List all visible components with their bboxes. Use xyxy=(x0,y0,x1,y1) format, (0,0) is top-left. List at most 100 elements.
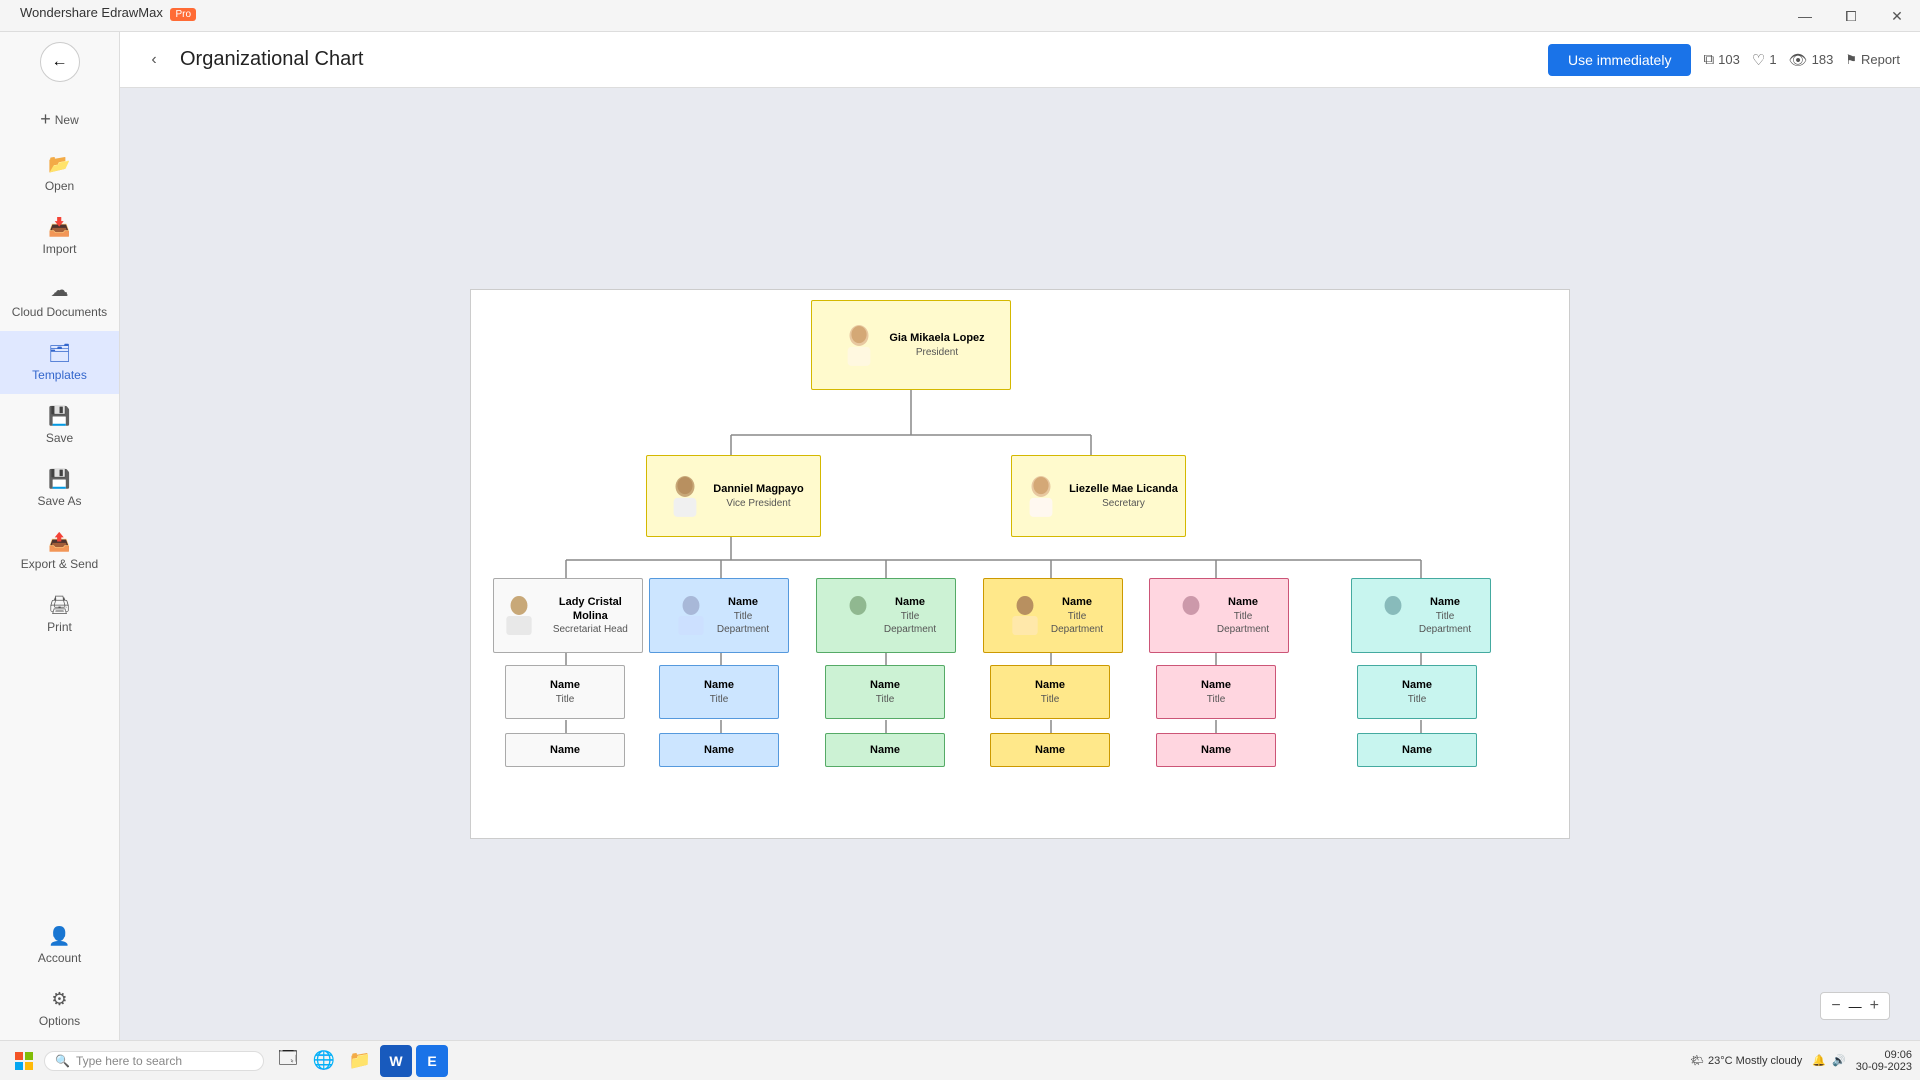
sidebar-item-import[interactable]: 📥 Import xyxy=(0,205,119,268)
import-icon: 📥 xyxy=(48,217,70,238)
like-icon: ♡ xyxy=(1752,51,1765,69)
dept-dept-2: Department xyxy=(717,623,769,636)
like-count-value: 1 xyxy=(1769,52,1776,67)
name-title-box-4: Name Title xyxy=(990,665,1110,719)
sidebar-item-label: Save xyxy=(46,431,73,445)
president-title: President xyxy=(889,346,984,359)
account-icon: 👤 xyxy=(48,926,70,947)
sidebar-item-label: Export & Send xyxy=(21,557,98,571)
sidebar-item-templates[interactable]: 🗂 Templates xyxy=(0,331,119,394)
dept-avatar-6 xyxy=(1371,589,1415,643)
dept-title-4: Title xyxy=(1051,610,1103,623)
options-icon: ⚙ xyxy=(51,989,67,1010)
dept-name-6: Name xyxy=(1419,595,1471,609)
like-count: ♡ 1 xyxy=(1752,51,1777,69)
content-area: ‹ Organizational Chart Use immediately ⧉… xyxy=(120,32,1920,1040)
use-immediately-button[interactable]: Use immediately xyxy=(1548,44,1691,76)
name-box-6: Name xyxy=(1357,733,1477,767)
titlebar: Wondershare EdrawMax Pro — ⧠ ✕ xyxy=(0,0,1920,32)
saveas-icon: 💾 xyxy=(48,469,70,490)
vp-box: Danniel Magpayo Vice President xyxy=(646,455,821,537)
word-button[interactable]: W xyxy=(380,1045,412,1077)
dept-dept-5: Department xyxy=(1217,623,1269,636)
dept-box-1: Lady Cristal Molina Secretariat Head xyxy=(493,578,643,653)
president-name: Gia Mikaela Lopez xyxy=(889,331,984,345)
sidebar-item-options[interactable]: ⚙ Options xyxy=(0,977,119,1040)
taskview-button[interactable]: 🗔 xyxy=(272,1045,304,1077)
report-button[interactable]: ⚑ Report xyxy=(1845,52,1900,68)
dept-title-1: Secretariat Head xyxy=(544,623,637,636)
restore-button[interactable]: ⧠ xyxy=(1828,0,1874,32)
taskbar-apps: 🗔 🌐 📁 W E xyxy=(272,1045,448,1077)
back-icon: ← xyxy=(52,53,68,71)
weather-info: 🌤 23°C Mostly cloudy xyxy=(1690,1054,1802,1067)
sidebar-item-cloud[interactable]: ☁ Cloud Documents xyxy=(0,268,119,331)
back-button[interactable]: ← xyxy=(40,42,80,82)
president-box: Gia Mikaela Lopez President xyxy=(811,300,1011,390)
zoom-bar: − — + xyxy=(1820,992,1890,1020)
date-display: 30-09-2023 xyxy=(1856,1061,1912,1073)
new-icon: + xyxy=(40,109,51,130)
main-layout: ← + New 📂 Open 📥 Import ☁ Cloud Document… xyxy=(0,32,1920,1040)
view-count: 👁 183 xyxy=(1789,51,1834,69)
sidebar-item-new[interactable]: + New xyxy=(0,97,119,142)
taskbar-search[interactable]: 🔍 Type here to search xyxy=(44,1051,264,1071)
window-controls: — ⧠ ✕ xyxy=(1782,0,1920,32)
minimize-button[interactable]: — xyxy=(1782,0,1828,32)
sidebar: ← + New 📂 Open 📥 Import ☁ Cloud Document… xyxy=(0,32,120,1040)
dept-avatar-3 xyxy=(836,589,880,643)
view-count-value: 183 xyxy=(1812,52,1834,67)
zoom-indicator: — xyxy=(1849,999,1862,1014)
edge-button[interactable]: 🌐 xyxy=(308,1045,340,1077)
time-display: 09:06 xyxy=(1856,1049,1912,1061)
dept-title-6: Title xyxy=(1419,610,1471,623)
sidebar-item-label: Import xyxy=(42,242,76,256)
copy-count-value: 103 xyxy=(1718,52,1740,67)
dept-box-6: Name Title Department xyxy=(1351,578,1491,653)
export-icon: 📤 xyxy=(48,532,70,553)
vp-name: Danniel Magpayo xyxy=(713,482,803,496)
dept-dept-6: Department xyxy=(1419,623,1471,636)
dept-dept-4: Department xyxy=(1051,623,1103,636)
copy-count: ⧉ 103 xyxy=(1703,51,1739,68)
canvas: Gia Mikaela Lopez President Danniel Magp… xyxy=(470,289,1570,839)
dept-dept-3: Department xyxy=(884,623,936,636)
weather-text: 23°C Mostly cloudy xyxy=(1708,1055,1802,1067)
page-title: Organizational Chart xyxy=(180,48,1536,71)
dept-avatar-2 xyxy=(669,589,713,643)
secretary-name: Liezelle Mae Licanda xyxy=(1069,482,1178,496)
dept-box-4: Name Title Department xyxy=(983,578,1123,653)
sidebar-item-label: Open xyxy=(45,179,74,193)
system-tray: 🔔 🔊 xyxy=(1812,1054,1845,1067)
name-title-box-3: Name Title xyxy=(825,665,945,719)
report-icon: ⚑ xyxy=(1845,52,1857,68)
search-placeholder: Type here to search xyxy=(76,1054,182,1068)
cloud-icon: ☁ xyxy=(51,280,69,301)
sidebar-item-print[interactable]: 🖨 Print xyxy=(0,583,119,646)
start-button[interactable] xyxy=(8,1045,40,1077)
name-box-3: Name xyxy=(825,733,945,767)
sidebar-item-label: Save As xyxy=(37,494,81,508)
sidebar-item-account[interactable]: 👤 Account xyxy=(0,914,119,977)
sidebar-item-export[interactable]: 📤 Export & Send xyxy=(0,520,119,583)
close-button[interactable]: ✕ xyxy=(1874,0,1920,32)
name-title-box-2: Name Title xyxy=(659,665,779,719)
dept-box-5: Name Title Department xyxy=(1149,578,1289,653)
sidebar-item-label: New xyxy=(55,113,79,127)
secretary-title: Secretary xyxy=(1069,497,1178,510)
zoom-in-button[interactable]: + xyxy=(1870,997,1879,1015)
sidebar-item-save[interactable]: 💾 Save xyxy=(0,394,119,457)
sidebar-item-label: Templates xyxy=(32,368,87,382)
save-icon: 💾 xyxy=(48,406,70,427)
dept-name-2: Name xyxy=(717,595,769,609)
header-back-button[interactable]: ‹ xyxy=(140,46,168,74)
explorer-button[interactable]: 📁 xyxy=(344,1045,376,1077)
secretary-box: Liezelle Mae Licanda Secretary xyxy=(1011,455,1186,537)
edraw-button[interactable]: E xyxy=(416,1045,448,1077)
sidebar-item-saveas[interactable]: 💾 Save As xyxy=(0,457,119,520)
dept-name-1: Lady Cristal Molina xyxy=(544,595,637,624)
name-title-box-5: Name Title xyxy=(1156,665,1276,719)
zoom-out-button[interactable]: − xyxy=(1831,997,1840,1015)
sidebar-item-open[interactable]: 📂 Open xyxy=(0,142,119,205)
sidebar-item-label: Account xyxy=(38,951,81,965)
